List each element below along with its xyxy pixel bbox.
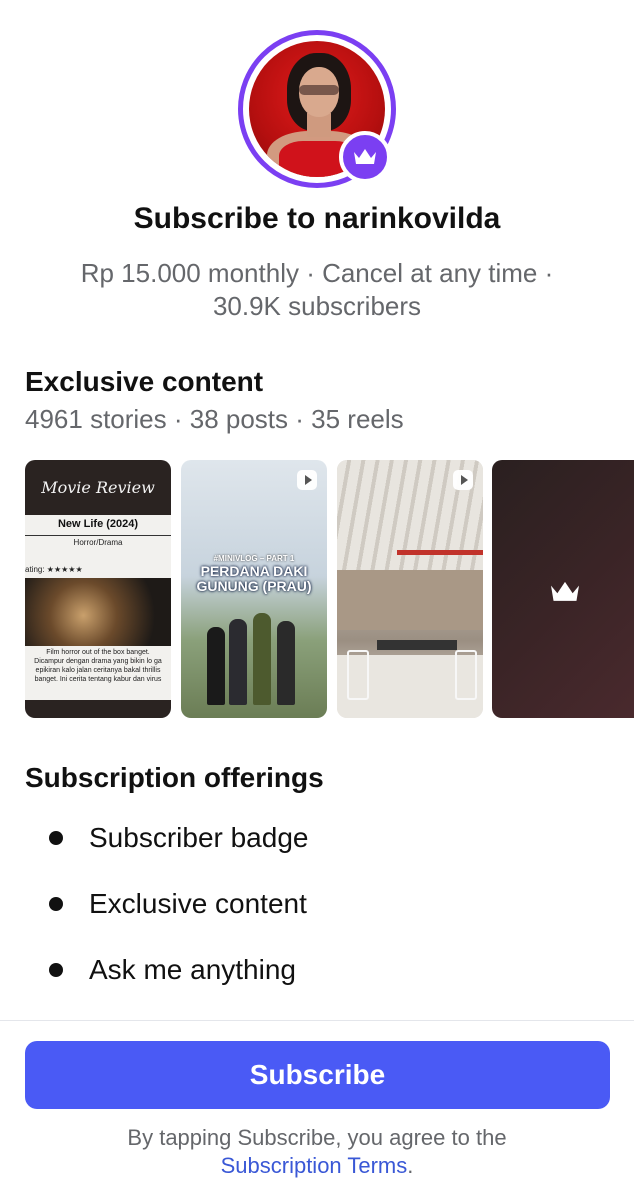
thumbnail-genre: Horror/Drama bbox=[25, 535, 171, 547]
thumbnail-hiking-vlog[interactable]: #MINIVLOG – PART 1 PERDANA DAKI GUNUNG (… bbox=[181, 460, 327, 718]
offering-item: Subscriber badge bbox=[49, 822, 308, 854]
exclusive-content-carousel[interactable]: Movie Review New Life (2024) Horror/Dram… bbox=[0, 460, 634, 718]
content-counts: 4961 stories · 38 posts · 35 reels bbox=[25, 404, 404, 434]
play-icon bbox=[297, 470, 317, 490]
thumbnail-rating: ating: ★★★★★ bbox=[25, 565, 83, 574]
subscriber-crown-badge bbox=[339, 131, 391, 183]
review-line: Film horror out of the box banget. bbox=[46, 649, 150, 656]
thumbnail-poster bbox=[25, 578, 171, 646]
crown-icon bbox=[551, 581, 579, 601]
price-line: Rp 15.000 monthly · Cancel at any time · bbox=[80, 258, 554, 288]
offering-label: Exclusive content bbox=[89, 888, 307, 919]
subscribe-button[interactable]: Subscribe bbox=[25, 1041, 610, 1109]
headline-line: PERDANA DAKI bbox=[200, 563, 308, 579]
thumbnail-movie-title: New Life (2024) bbox=[57, 518, 139, 530]
review-line: banget. Ini cerita tentang kabur dan vir… bbox=[34, 676, 162, 683]
crown-icon bbox=[354, 149, 376, 164]
play-icon bbox=[453, 470, 473, 490]
thumbnail-office[interactable] bbox=[337, 460, 483, 718]
offering-label: Subscriber badge bbox=[89, 822, 309, 853]
profile-avatar[interactable] bbox=[238, 30, 396, 188]
bullet-icon bbox=[49, 831, 63, 845]
hikers-group bbox=[203, 610, 313, 705]
bullet-icon bbox=[49, 963, 63, 977]
subscription-terms-link[interactable]: Subscription Terms bbox=[221, 1153, 408, 1178]
thumbnail-movie-review[interactable]: Movie Review New Life (2024) Horror/Dram… bbox=[25, 460, 171, 718]
offering-item: Exclusive content bbox=[49, 888, 307, 920]
thumbnail-review: Film horror out of the box banget. Dicam… bbox=[25, 648, 171, 684]
subscriber-count: 30.9K subscribers bbox=[212, 291, 422, 321]
exclusive-content-heading: Exclusive content bbox=[25, 366, 264, 397]
thumbnail-vlog-tag: #MINIVLOG – PART 1 bbox=[213, 554, 295, 563]
subscription-offerings-heading: Subscription offerings bbox=[25, 762, 324, 793]
footer-divider bbox=[0, 1020, 634, 1021]
thumbnail-locked[interactable] bbox=[492, 460, 634, 718]
offering-item: Ask me anything bbox=[49, 954, 296, 986]
page-title: Subscribe to narinkovilda bbox=[133, 202, 501, 235]
review-line: epikiran kalo jalan ceritanya bakal thri… bbox=[35, 667, 161, 674]
headline-line: GUNUNG (PRAU) bbox=[196, 578, 312, 594]
terms-suffix: . bbox=[407, 1153, 414, 1178]
thumbnail-headline: PERDANA DAKI GUNUNG (PRAU) bbox=[181, 564, 327, 594]
bullet-icon bbox=[49, 897, 63, 911]
offering-label: Ask me anything bbox=[89, 954, 296, 985]
terms-text: By tapping Subscribe, you agree to the bbox=[127, 1125, 507, 1150]
review-line: Dicampur dengan drama yang bikin lo ga bbox=[34, 658, 162, 665]
thumbnail-script-title: Movie Review bbox=[41, 478, 155, 497]
terms-line: Subscription Terms. bbox=[0, 1153, 634, 1179]
